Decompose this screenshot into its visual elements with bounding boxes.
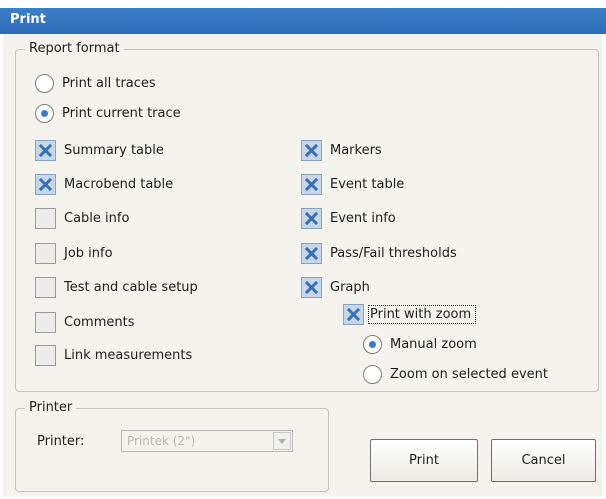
checkbox-checked-icon <box>301 277 322 298</box>
checkbox-unchecked-icon <box>35 243 56 264</box>
radio-print-all-traces[interactable]: Print all traces <box>35 74 156 93</box>
checkbox-label: Print with zoom <box>368 305 477 324</box>
radio-manual-zoom[interactable]: Manual zoom <box>363 335 477 354</box>
radio-zoom-on-selected-event[interactable]: Zoom on selected event <box>363 365 548 384</box>
checkbox-checked-icon <box>35 174 56 195</box>
checkbox-event-table[interactable]: Event table <box>301 174 404 195</box>
cancel-button[interactable]: Cancel <box>491 439 596 482</box>
radio-label: Print current trace <box>62 106 181 121</box>
checkbox-label: Macrobend table <box>64 177 174 192</box>
checkbox-unchecked-icon <box>35 208 56 229</box>
checkbox-unchecked-icon <box>35 277 56 298</box>
checkbox-print-with-zoom[interactable]: Print with zoom <box>343 304 477 325</box>
checkbox-label: Markers <box>330 143 382 158</box>
checkbox-label: Event table <box>330 177 405 192</box>
radio-label: Print all traces <box>62 76 156 91</box>
checkbox-unchecked-icon <box>35 345 56 366</box>
checkbox-macrobend-table[interactable]: Macrobend table <box>35 174 173 195</box>
window-title: Print <box>10 12 46 27</box>
checkbox-checked-icon <box>301 243 322 264</box>
printer-select[interactable]: Printek (2") <box>121 430 293 452</box>
checkbox-job-info[interactable]: Job info <box>35 243 113 264</box>
printer-label: Printer: <box>37 434 85 449</box>
checkbox-label: Event info <box>330 211 396 226</box>
print-dialog: Print Report format Print all traces Pri… <box>0 0 606 499</box>
checkbox-markers[interactable]: Markers <box>301 140 382 161</box>
checkbox-unchecked-icon <box>35 312 56 333</box>
report-format-legend: Report format <box>25 41 124 56</box>
checkbox-comments[interactable]: Comments <box>35 312 134 333</box>
radio-selected-icon <box>363 335 382 354</box>
checkbox-label: Cable info <box>64 211 130 226</box>
radio-print-current-trace[interactable]: Print current trace <box>35 104 181 123</box>
title-bar: Print <box>0 8 606 34</box>
checkbox-checked-icon <box>301 174 322 195</box>
checkbox-label: Job info <box>64 246 113 261</box>
checkbox-pass-fail-thresholds[interactable]: Pass/Fail thresholds <box>301 243 457 264</box>
dialog-body: Report format Print all traces Print cur… <box>3 34 603 496</box>
checkbox-label: Summary table <box>64 143 164 158</box>
radio-icon <box>35 74 54 93</box>
checkbox-cable-info[interactable]: Cable info <box>35 208 129 229</box>
radio-selected-icon <box>35 104 54 123</box>
checkbox-summary-table[interactable]: Summary table <box>35 140 164 161</box>
checkbox-label: Graph <box>330 280 370 295</box>
radio-icon <box>363 365 382 384</box>
checkbox-checked-icon <box>301 140 322 161</box>
checkbox-checked-icon <box>35 140 56 161</box>
checkbox-label: Link measurements <box>64 348 193 363</box>
checkbox-link-measurements[interactable]: Link measurements <box>35 345 192 366</box>
printer-legend: Printer <box>25 400 77 415</box>
checkbox-label: Pass/Fail thresholds <box>330 246 457 261</box>
radio-label: Manual zoom <box>390 337 477 352</box>
checkbox-checked-icon <box>301 208 322 229</box>
checkbox-label: Test and cable setup <box>64 280 198 295</box>
chevron-down-icon[interactable] <box>273 432 291 450</box>
checkbox-checked-icon <box>343 304 364 325</box>
radio-label: Zoom on selected event <box>390 367 548 382</box>
checkbox-graph[interactable]: Graph <box>301 277 370 298</box>
checkbox-test-and-cable-setup[interactable]: Test and cable setup <box>35 277 198 298</box>
checkbox-label: Comments <box>64 315 135 330</box>
print-button[interactable]: Print <box>370 439 478 482</box>
printer-select-value: Printek (2") <box>127 434 196 448</box>
checkbox-event-info[interactable]: Event info <box>301 208 396 229</box>
